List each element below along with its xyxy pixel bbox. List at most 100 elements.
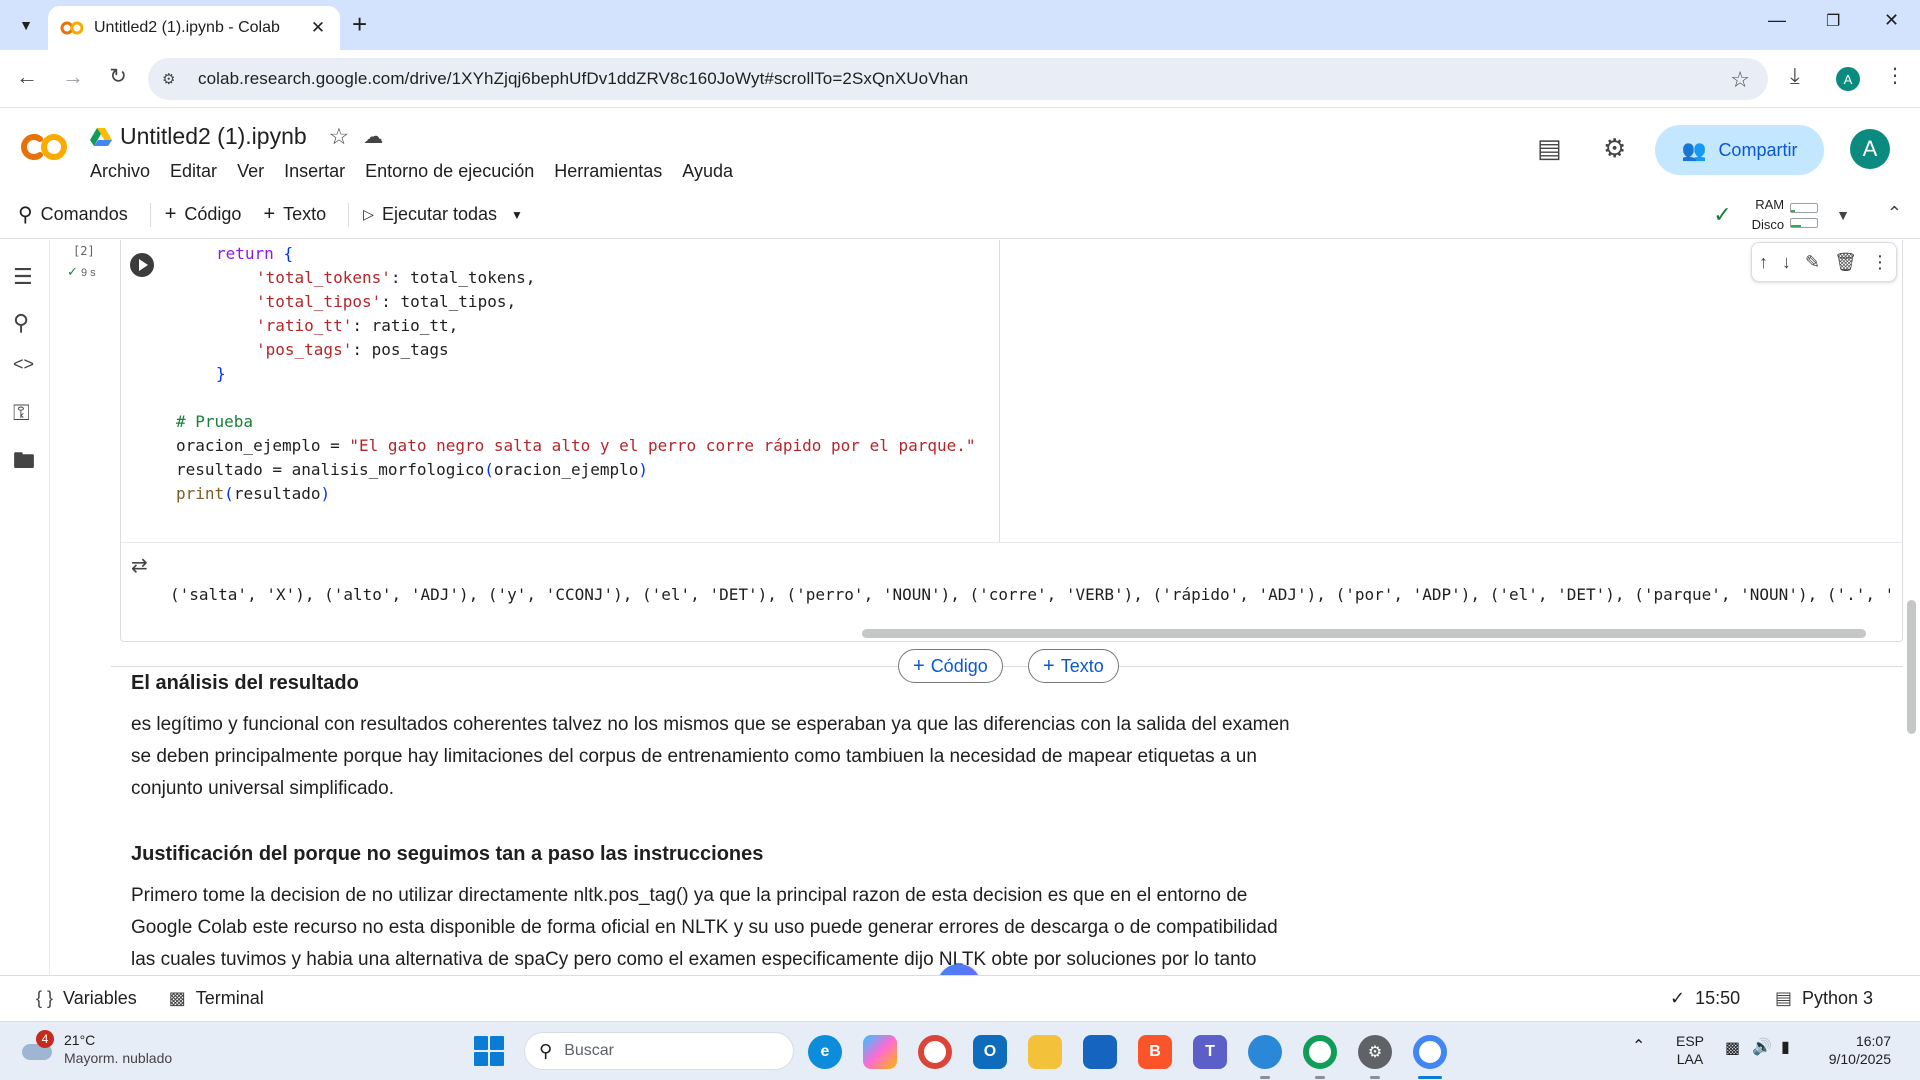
find-replace-icon[interactable]: ⚲ xyxy=(13,310,29,336)
markdown-cell[interactable]: Justificación del porque no seguimos tan… xyxy=(131,843,1431,975)
menu-entorno[interactable]: Entorno de ejecución xyxy=(365,161,534,182)
menu-herramientas[interactable]: Herramientas xyxy=(554,161,662,182)
execution-time-status[interactable]: ✓ 15:50 xyxy=(1670,988,1740,1009)
edit-pencil-icon[interactable]: ✎ xyxy=(1805,252,1820,273)
move-down-arrow-icon[interactable]: ↓ xyxy=(1782,252,1791,273)
menu-insertar[interactable]: Insertar xyxy=(284,161,345,182)
horizontal-scrollbar[interactable] xyxy=(862,629,1866,638)
teams-icon[interactable]: T xyxy=(1193,1035,1227,1069)
outlook-icon[interactable]: O xyxy=(973,1035,1007,1069)
divider xyxy=(348,202,350,227)
delete-trash-icon[interactable]: 🗑 xyxy=(1834,252,1857,273)
runtime-type-status[interactable]: ▤ Python 3 xyxy=(1775,988,1873,1009)
cloud-saved-icon[interactable]: ☁ xyxy=(363,124,383,149)
account-avatar[interactable]: A xyxy=(1850,129,1890,169)
code-line: # Prueba xyxy=(176,412,254,431)
add-text-button[interactable]: + Texto xyxy=(263,203,326,226)
success-check-icon: ✓ xyxy=(67,264,78,279)
notification-badge: 4 xyxy=(36,1030,54,1048)
plus-icon: + xyxy=(164,203,177,225)
new-tab-button[interactable]: + xyxy=(352,10,367,38)
share-button[interactable]: 👥 Compartir xyxy=(1655,125,1824,175)
browser-menu-icon[interactable]: ⋮ xyxy=(1885,63,1905,88)
markdown-text: Google Colab este recurso no esta dispon… xyxy=(131,917,1278,938)
code-editor[interactable]: return { 'total_tokens': total_tokens, '… xyxy=(121,242,999,542)
tab-close-icon[interactable]: ✕ xyxy=(308,18,328,38)
chrome-profile-icon[interactable] xyxy=(1303,1035,1337,1069)
brave-browser-icon[interactable]: B xyxy=(1138,1035,1172,1069)
move-up-arrow-icon[interactable]: ↑ xyxy=(1759,252,1768,273)
weather-description: Mayorm. nublado xyxy=(64,1050,173,1066)
settings-gear-icon[interactable]: ⚙ xyxy=(1358,1035,1392,1069)
file-explorer-icon[interactable] xyxy=(1028,1035,1062,1069)
commands-button[interactable]: ⚲ Comandos xyxy=(18,202,128,227)
address-bar[interactable]: ⚙ colab.research.google.com/drive/1XYhZj… xyxy=(148,58,1768,100)
battery-icon[interactable]: ▮ xyxy=(1781,1039,1790,1057)
reload-icon[interactable]: ↻ xyxy=(103,64,133,89)
comments-icon[interactable]: ▤ xyxy=(1537,133,1562,164)
start-windows-icon[interactable] xyxy=(474,1036,504,1066)
chrome-active-icon[interactable] xyxy=(1413,1035,1447,1069)
minimize-button[interactable]: — xyxy=(1768,10,1786,31)
url-text[interactable]: colab.research.google.com/drive/1XYhZjqj… xyxy=(198,69,968,89)
secrets-key-icon[interactable]: ⚿ xyxy=(13,400,30,426)
menu-ver[interactable]: Ver xyxy=(237,161,264,182)
bookmark-star-icon[interactable]: ☆ xyxy=(1730,67,1750,93)
input-language[interactable]: ESP LAA xyxy=(1676,1032,1704,1068)
markdown-text: conjunto universal simplificado. xyxy=(131,778,394,799)
copilot-icon[interactable] xyxy=(863,1035,897,1069)
edge-browser-icon[interactable]: e xyxy=(808,1035,842,1069)
braces-icon: { } xyxy=(36,988,54,1008)
output-actions-icon[interactable]: ⇄ xyxy=(131,553,148,578)
add-code-button[interactable]: + Código xyxy=(165,203,242,226)
code-line: } xyxy=(216,364,226,383)
browser-tab-active[interactable]: Untitled2 (1).ipynb - Colab ✕ xyxy=(48,6,340,50)
menu-ayuda[interactable]: Ayuda xyxy=(682,161,733,182)
execution-count: [2] xyxy=(73,244,95,258)
volume-icon[interactable]: 🔊 xyxy=(1752,1039,1772,1057)
settings-gear-icon[interactable]: ⚙ xyxy=(1603,133,1626,164)
code-cell[interactable]: return { 'total_tokens': total_tokens, '… xyxy=(120,240,1903,642)
restore-button[interactable]: ❐ xyxy=(1826,11,1840,31)
code-line: return { xyxy=(216,244,294,263)
collapse-header-icon[interactable]: ⌃ xyxy=(1887,203,1902,224)
search-placeholder: Buscar xyxy=(564,1042,614,1059)
menu-editar[interactable]: Editar xyxy=(170,161,217,182)
clock[interactable]: 16:07 9/10/2025 xyxy=(1827,1032,1891,1068)
site-settings-icon[interactable]: ⚙ xyxy=(162,70,184,88)
table-of-contents-icon[interactable]: ☰ xyxy=(13,264,33,290)
download-icon[interactable]: ⤓ xyxy=(1790,63,1800,89)
taskbar-search[interactable]: ⚲ Buscar xyxy=(524,1032,794,1070)
weather-widget[interactable]: 4 21°C Mayorm. nublado xyxy=(22,1030,173,1067)
chevron-down-icon: ▼ xyxy=(19,17,33,33)
more-options-icon[interactable]: ⋮ xyxy=(1871,252,1889,273)
tab-search-button[interactable]: ▼ xyxy=(10,9,42,41)
microsoft-store-icon[interactable] xyxy=(1083,1035,1117,1069)
tab-title: Untitled2 (1).ipynb - Colab xyxy=(94,19,280,36)
network-icon[interactable]: ▩ xyxy=(1725,1040,1740,1058)
colab-favicon-icon xyxy=(60,21,84,35)
markdown-cell[interactable]: El análisis del resultado es legítimo y … xyxy=(131,672,1431,805)
forward-arrow-icon[interactable]: → xyxy=(58,64,88,90)
bluesky-butterfly-icon[interactable] xyxy=(1248,1035,1282,1069)
variables-button[interactable]: { } Variables xyxy=(36,988,137,1009)
divider xyxy=(149,202,151,227)
cell-toolbar: ↑ ↓ ✎ 🗑 ⋮ xyxy=(1751,242,1897,282)
browser-profile-avatar[interactable]: A xyxy=(1836,67,1860,91)
close-window-button[interactable]: ✕ xyxy=(1884,10,1899,31)
back-arrow-icon[interactable]: ← xyxy=(12,64,42,90)
resources-indicator[interactable]: ✓ RAM Disco ▼ xyxy=(1713,195,1850,235)
menu-archivo[interactable]: Archivo xyxy=(90,161,150,182)
files-folder-icon[interactable]: 🖿 xyxy=(13,444,35,482)
chrome-icon[interactable] xyxy=(918,1035,952,1069)
notebook-title[interactable]: Untitled2 (1).ipynb xyxy=(120,123,307,150)
code-snippets-icon[interactable]: <> xyxy=(13,354,34,375)
chevron-down-icon[interactable]: ▼ xyxy=(511,208,523,222)
code-line: oracion_ejemplo = "El gato negro salta a… xyxy=(176,436,976,455)
vertical-scrollbar[interactable] xyxy=(1907,600,1916,734)
chevron-up-icon[interactable]: ⌃ xyxy=(1632,1038,1645,1056)
star-icon[interactable]: ☆ xyxy=(329,123,350,150)
run-all-button[interactable]: ▷ Ejecutar todas ▼ xyxy=(363,204,523,225)
terminal-button[interactable]: ▩ Terminal xyxy=(169,988,264,1009)
chevron-down-icon[interactable]: ▼ xyxy=(1836,207,1850,223)
